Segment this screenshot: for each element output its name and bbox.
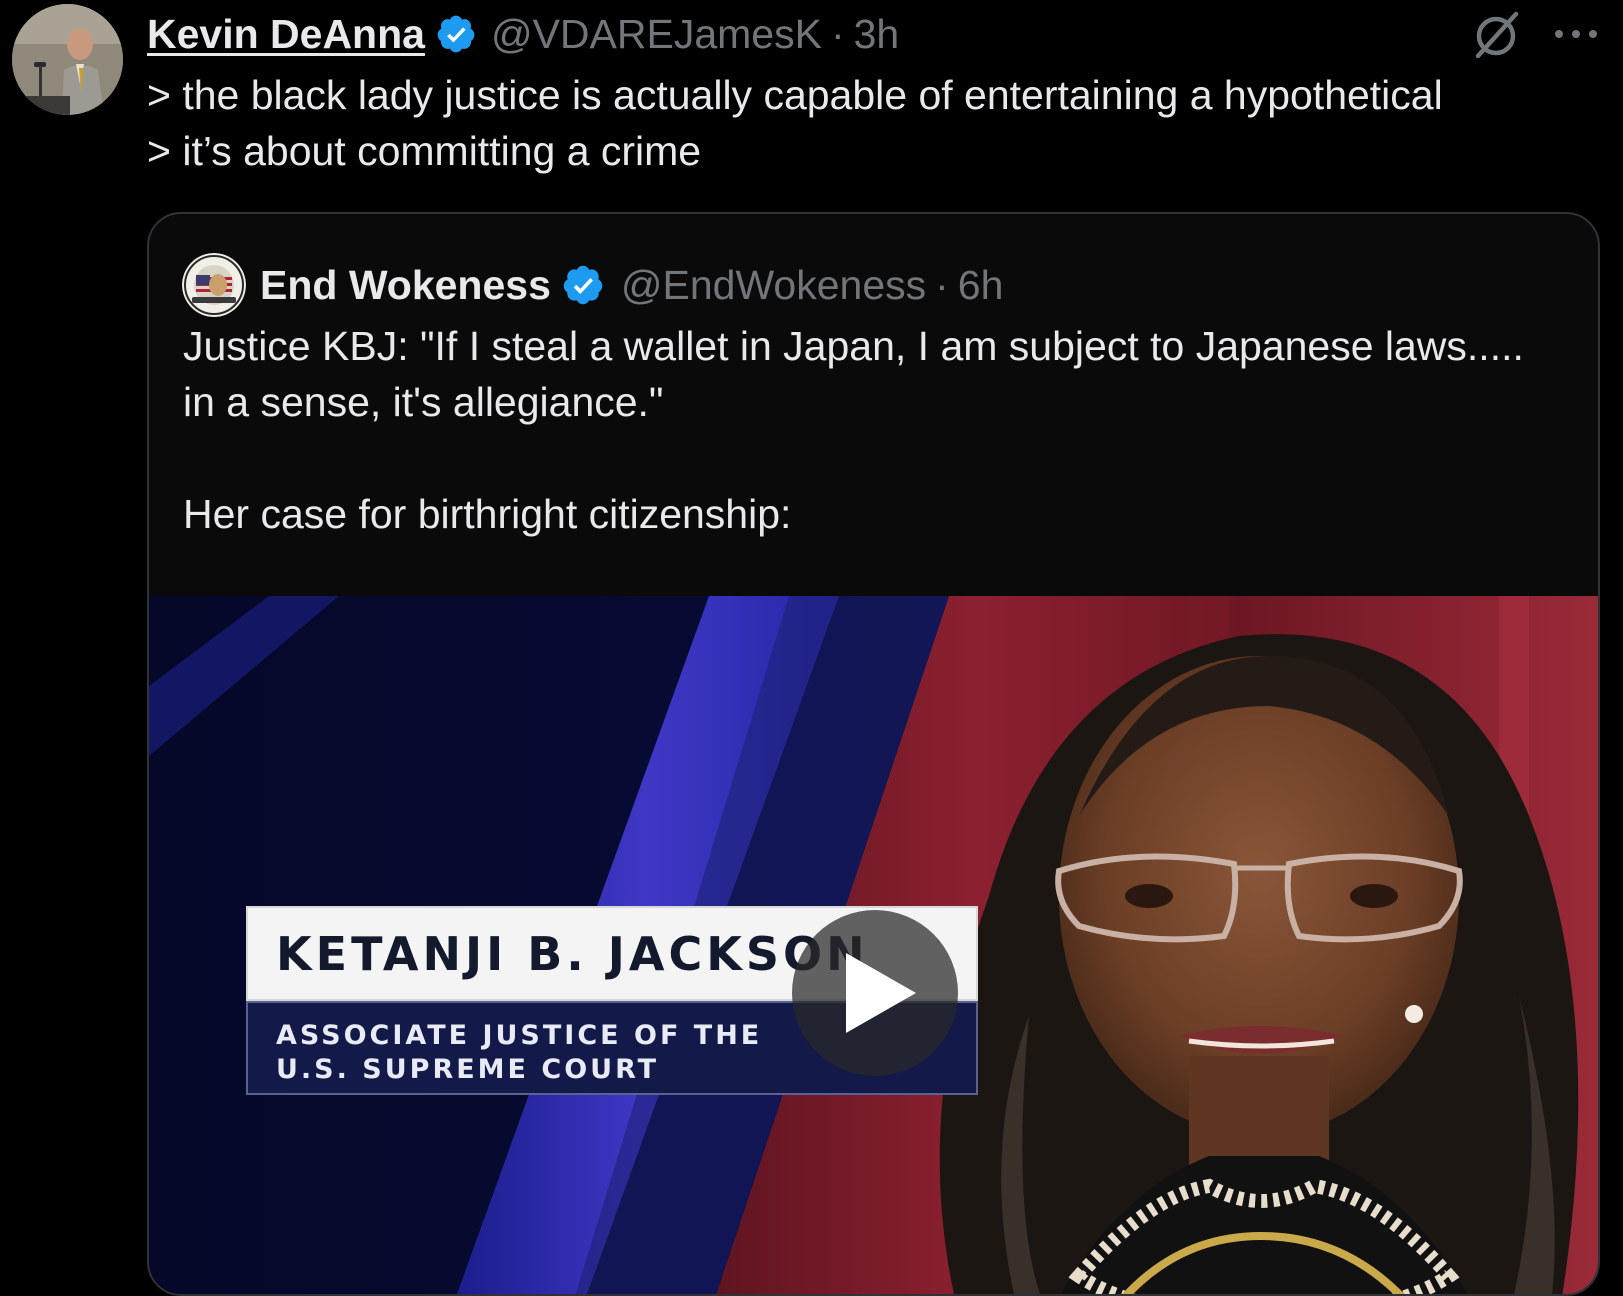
more-icon[interactable] xyxy=(1548,14,1604,54)
grok-icon[interactable] xyxy=(1470,8,1524,62)
author-handle[interactable]: @VDAREJamesK xyxy=(491,11,822,58)
quoted-tweet-header: End Wokeness @EndWokeness · 6h xyxy=(182,252,1003,318)
quoted-tweet-timestamp[interactable]: 6h xyxy=(958,262,1004,309)
author-avatar[interactable] xyxy=(12,4,123,115)
quoted-tweet[interactable]: End Wokeness @EndWokeness · 6h Justice K… xyxy=(147,212,1600,1296)
author-display-name[interactable]: Kevin DeAnna xyxy=(147,11,425,58)
verified-badge-icon[interactable] xyxy=(435,13,477,55)
quoted-tweet-text: Justice KBJ: "If I steal a wallet in Jap… xyxy=(183,318,1524,542)
separator-dot: · xyxy=(935,261,949,308)
verified-badge-icon[interactable] xyxy=(561,263,605,307)
tweet-timestamp[interactable]: 3h xyxy=(854,11,900,58)
tweet[interactable]: Kevin DeAnna @VDAREJamesK · 3h > the bla… xyxy=(0,0,1623,1296)
quoted-author-avatar[interactable] xyxy=(182,253,246,317)
author-avatar-image xyxy=(12,4,123,115)
play-button[interactable] xyxy=(792,910,958,1076)
tweet-header: Kevin DeAnna @VDAREJamesK · 3h xyxy=(147,6,899,62)
quoted-author-display-name[interactable]: End Wokeness xyxy=(260,262,551,309)
tweet-text: > the black lady justice is actually cap… xyxy=(147,67,1587,179)
quoted-author-avatar-image xyxy=(182,253,246,317)
quoted-tweet-text-line: in a sense, it's allegiance." xyxy=(183,379,664,425)
quoted-author-handle[interactable]: @EndWokeness xyxy=(621,262,926,309)
quoted-tweet-text-line: Her case for birthright citizenship: xyxy=(183,491,792,537)
tweet-text-line: > the black lady justice is actually cap… xyxy=(147,72,1443,118)
quoted-tweet-text-line: Justice KBJ: "If I steal a wallet in Jap… xyxy=(183,323,1524,369)
play-icon xyxy=(846,953,916,1033)
separator-dot: · xyxy=(830,10,845,57)
video-player[interactable]: KETANJI B. JACKSON ASSOCIATE JUSTICE OF … xyxy=(149,596,1598,1294)
tweet-text-line: > it’s about committing a crime xyxy=(147,128,702,174)
